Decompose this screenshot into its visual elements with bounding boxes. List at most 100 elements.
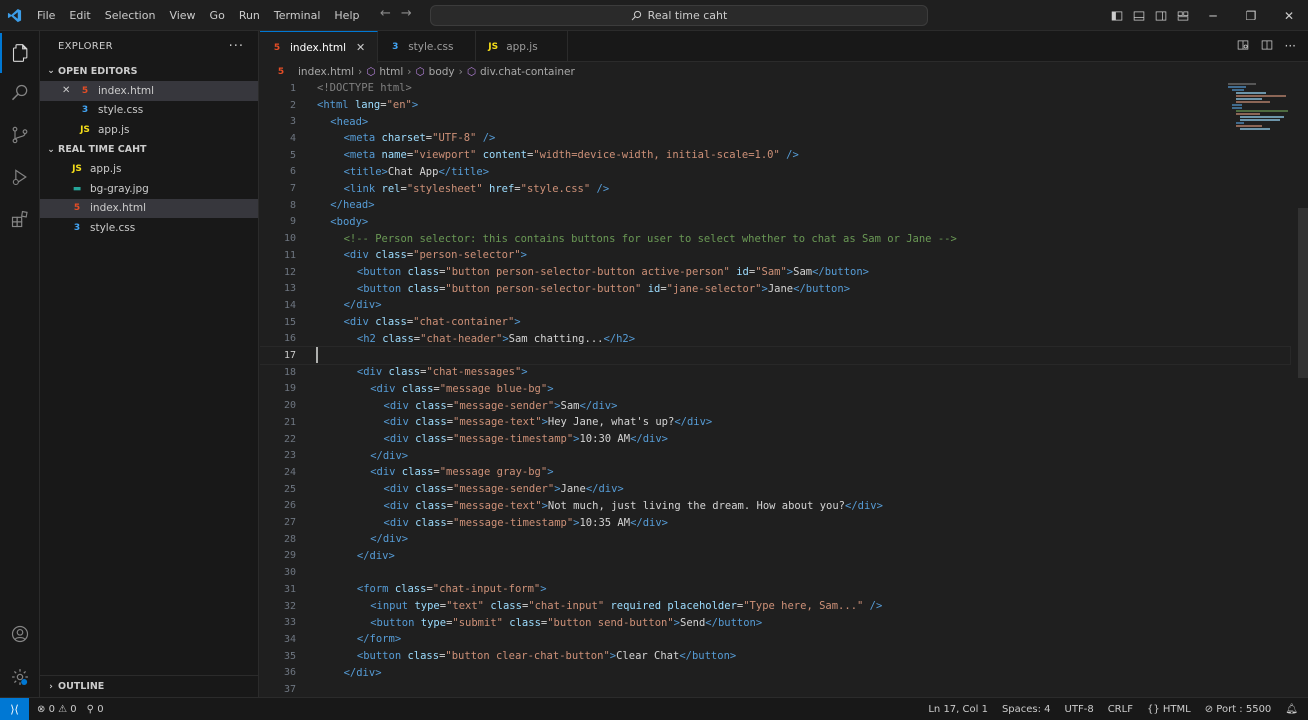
minimap[interactable] — [1226, 82, 1290, 142]
menu-run[interactable]: Run — [232, 0, 267, 31]
code-line[interactable]: 23 </div> — [260, 447, 1290, 464]
tab-style-css[interactable]: 3 style.css — [378, 31, 477, 62]
close-icon[interactable]: ✕ — [356, 41, 365, 54]
more-actions-icon[interactable]: ··· — [229, 39, 244, 54]
menu-edit[interactable]: Edit — [62, 0, 97, 31]
code-line[interactable]: 19 <div class="message blue-bg"> — [260, 381, 1290, 398]
search-icon[interactable] — [0, 73, 40, 113]
vscode-logo-icon[interactable] — [0, 0, 28, 31]
code-line[interactable]: 24 <div class="message gray-bg"> — [260, 464, 1290, 481]
forward-arrow-icon[interactable]: → — [401, 6, 412, 21]
code-line[interactable]: 28 </div> — [260, 531, 1290, 548]
close-window-icon[interactable]: ✕ — [1270, 0, 1308, 31]
code-line[interactable]: 7 <link rel="stylesheet" href="style.css"… — [260, 180, 1290, 197]
line-ending[interactable]: CRLF — [1108, 704, 1133, 715]
more-actions-icon[interactable]: ··· — [1285, 39, 1296, 54]
restore-icon[interactable]: ❐ — [1232, 0, 1270, 31]
toggle-panel-icon[interactable] — [1128, 0, 1150, 31]
breadcrumb-item[interactable]: body — [429, 66, 455, 78]
indentation[interactable]: Spaces: 4 — [1002, 704, 1051, 715]
code-editor[interactable]: 1 <!DOCTYPE html> 2 <html lang="en"> 3 <head>… — [260, 82, 1308, 697]
file-tree-item[interactable]: 5 index.html — [40, 198, 258, 218]
code-line[interactable]: 5 <meta name="viewport" content="width=de… — [260, 147, 1290, 164]
code-line[interactable]: 27 <div class="message-timestamp">10:35 A… — [260, 514, 1290, 531]
ports-count: 0 — [97, 703, 104, 715]
code-line[interactable]: 37 — [260, 681, 1290, 697]
open-preview-icon[interactable] — [1237, 39, 1249, 54]
code-line[interactable]: 35 <button class="button clear-chat-butto… — [260, 648, 1290, 665]
code-line[interactable]: 25 <div class="message-sender">Jane</div> — [260, 481, 1290, 498]
folder-section[interactable]: ⌄ REAL TIME CAHT — [40, 140, 258, 160]
open-editor-item[interactable]: ✕ 5 index.html — [40, 81, 258, 101]
code-line[interactable]: 33 <button type="submit" class="button se… — [260, 614, 1290, 631]
code-line[interactable]: 3 <head> — [260, 113, 1290, 130]
minimize-icon[interactable]: ─ — [1194, 0, 1232, 31]
code-line[interactable]: 22 <div class="message-timestamp">10:30 A… — [260, 431, 1290, 448]
cursor-position[interactable]: Ln 17, Col 1 — [928, 704, 988, 715]
code-line[interactable]: 1 <!DOCTYPE html> — [260, 82, 1290, 97]
open-editors-section[interactable]: ⌄ OPEN EDITORS — [40, 61, 258, 81]
extensions-icon[interactable] — [0, 199, 40, 239]
breadcrumb-item[interactable]: div.chat-container — [480, 66, 575, 78]
file-tree-item[interactable]: ▬ bg-gray.jpg — [40, 179, 258, 199]
vertical-scrollbar[interactable] — [1298, 208, 1308, 378]
outline-section[interactable]: › OUTLINE — [40, 675, 259, 697]
toggle-primary-sidebar-icon[interactable] — [1106, 0, 1128, 31]
open-editor-item[interactable]: 3 style.css — [40, 101, 258, 121]
code-line[interactable]: 9 <body> — [260, 214, 1290, 231]
code-line[interactable]: 10 <!-- Person selector: this contains bu… — [260, 230, 1290, 247]
language-mode[interactable]: {} HTML — [1147, 704, 1191, 715]
code-line[interactable]: 2 <html lang="en"> — [260, 97, 1290, 114]
close-icon[interactable]: ✕ — [62, 85, 76, 96]
code-line[interactable]: 17 — [260, 346, 1291, 365]
open-editor-item[interactable]: JS app.js — [40, 120, 258, 140]
code-line[interactable]: 8 </head> — [260, 197, 1290, 214]
toggle-secondary-sidebar-icon[interactable] — [1150, 0, 1172, 31]
ports-indicator[interactable]: ⚲ 0 — [87, 704, 104, 715]
run-debug-icon[interactable] — [0, 157, 40, 197]
source-control-icon[interactable] — [0, 115, 40, 155]
code-line[interactable]: 6 <title>Chat App</title> — [260, 164, 1290, 181]
split-editor-icon[interactable] — [1261, 39, 1273, 54]
code-line[interactable]: 32 <input type="text" class="chat-input" … — [260, 598, 1290, 615]
code-line[interactable]: 16 <h2 class="chat-header">Sam chatting..… — [260, 331, 1290, 348]
breadcrumb-item[interactable]: html — [379, 66, 403, 78]
back-arrow-icon[interactable]: ← — [380, 6, 391, 21]
code-line[interactable]: 11 <div class="person-selector"> — [260, 247, 1290, 264]
file-tree-item[interactable]: JS app.js — [40, 160, 258, 180]
file-tree-item[interactable]: 3 style.css — [40, 218, 258, 238]
breadcrumb-item[interactable]: index.html — [298, 66, 354, 78]
code-line[interactable]: 30 — [260, 564, 1290, 581]
menu-terminal[interactable]: Terminal — [267, 0, 328, 31]
account-icon[interactable] — [0, 614, 40, 654]
code-line[interactable]: 4 <meta charset="UTF-8" /> — [260, 130, 1290, 147]
live-server-status[interactable]: ⊘ Port : 5500 — [1205, 704, 1272, 715]
code-line[interactable]: 14 </div> — [260, 297, 1290, 314]
encoding[interactable]: UTF-8 — [1065, 704, 1094, 715]
code-line[interactable]: 36 </div> — [260, 665, 1290, 682]
code-line[interactable]: 15 <div class="chat-container"> — [260, 314, 1290, 331]
manage-gear-icon[interactable] — [0, 657, 40, 697]
code-line[interactable]: 21 <div class="message-text">Hey Jane, wh… — [260, 414, 1290, 431]
menu-selection[interactable]: Selection — [98, 0, 163, 31]
notifications-bell-icon[interactable]: 🔔︎ — [1285, 704, 1298, 715]
code-line[interactable]: 34 </form> — [260, 631, 1290, 648]
customize-layout-icon[interactable] — [1172, 0, 1194, 31]
remote-indicator-icon[interactable]: ⟩⟨ — [0, 698, 29, 720]
code-line[interactable]: 31 <form class="chat-input-form"> — [260, 581, 1290, 598]
tab-app-js[interactable]: JS app.js — [476, 31, 569, 62]
problems-indicator[interactable]: ⊗ 0 ⚠ 0 — [37, 704, 77, 715]
code-line[interactable]: 18 <div class="chat-messages"> — [260, 364, 1290, 381]
explorer-icon[interactable] — [0, 33, 40, 73]
code-line[interactable]: 20 <div class="message-sender">Sam</div> — [260, 397, 1290, 414]
tab-index-html[interactable]: 5 index.html ✕ — [260, 31, 379, 63]
code-line[interactable]: 26 <div class="message-text">Not much, ju… — [260, 498, 1290, 515]
menu-file[interactable]: File — [30, 0, 62, 31]
menu-go[interactable]: Go — [203, 0, 232, 31]
code-line[interactable]: 13 <button class="button person-selector-… — [260, 280, 1290, 297]
menu-view[interactable]: View — [162, 0, 202, 31]
menu-help[interactable]: Help — [327, 0, 366, 31]
command-center-search[interactable]: Real time caht — [430, 5, 928, 26]
code-line[interactable]: 29 </div> — [260, 548, 1290, 565]
code-line[interactable]: 12 <button class="button person-selector-… — [260, 264, 1290, 281]
